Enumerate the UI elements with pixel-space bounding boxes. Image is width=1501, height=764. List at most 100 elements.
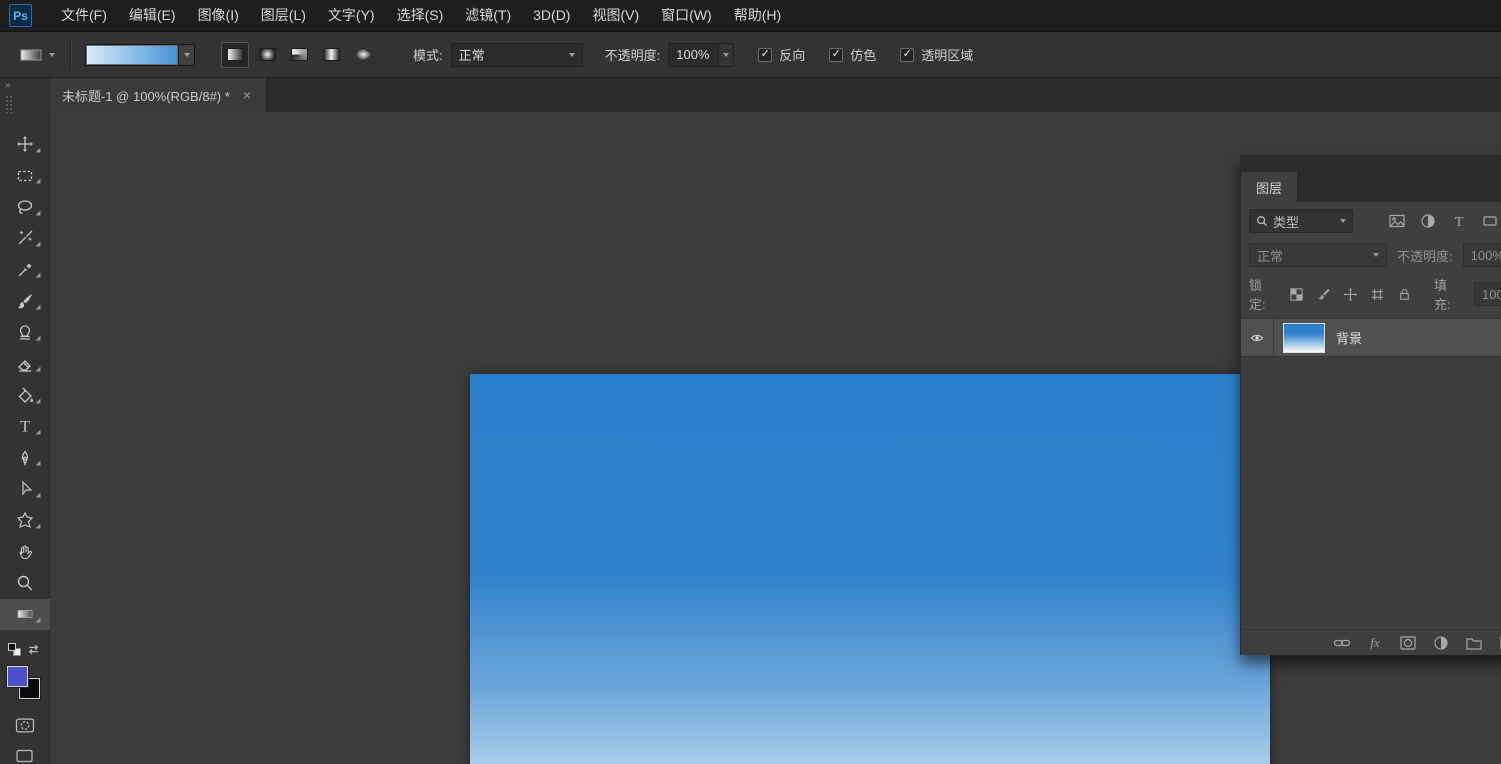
angle-gradient-button[interactable]: [285, 42, 313, 68]
filter-type-layers-button[interactable]: T: [1448, 210, 1470, 232]
hand-tool[interactable]: [0, 536, 50, 567]
quick-selection-tool[interactable]: [0, 223, 50, 254]
lock-pixels-icon[interactable]: [1316, 287, 1331, 302]
photoshop-logo[interactable]: Ps: [9, 4, 32, 27]
type-icon: T: [1450, 212, 1468, 230]
checkbox-icon: [829, 48, 843, 62]
diamond-gradient-button[interactable]: [349, 42, 377, 68]
tool-preset-picker[interactable]: [8, 38, 64, 72]
custom-shape-icon: [16, 511, 34, 529]
menu-view[interactable]: 视图(V): [581, 0, 650, 31]
color-mini-controls: [0, 640, 50, 660]
rectangular-marquee-tool[interactable]: [0, 160, 50, 191]
magic-wand-icon: [16, 229, 34, 247]
linear-gradient-button[interactable]: [221, 42, 249, 68]
path-selection-tool[interactable]: [0, 473, 50, 504]
transparency-checkbox[interactable]: 透明区域: [900, 45, 973, 64]
type-tool[interactable]: T: [0, 411, 50, 442]
lock-position-icon[interactable]: [1343, 287, 1358, 302]
close-tab-button[interactable]: ×: [240, 86, 254, 104]
foreground-color-swatch[interactable]: [7, 666, 28, 687]
gradient-picker-button[interactable]: [179, 44, 195, 66]
layer-filter-type-select[interactable]: 类型: [1249, 209, 1353, 233]
opacity-select[interactable]: 100%: [668, 43, 734, 67]
menu-help[interactable]: 帮助(H): [723, 0, 792, 31]
layer-list: 背景: [1241, 318, 1501, 629]
gradient-tool[interactable]: [0, 599, 50, 630]
layer-filter-row: 类型 T: [1241, 202, 1501, 240]
chevron-down-icon: [184, 53, 190, 57]
filter-pixel-layers-button[interactable]: [1386, 210, 1408, 232]
menu-3d[interactable]: 3D(D): [522, 0, 581, 31]
gradient-icon: [16, 605, 34, 623]
move-tool[interactable]: [0, 129, 50, 160]
filter-shape-layers-button[interactable]: [1479, 210, 1501, 232]
paint-bucket-tool[interactable]: [0, 379, 50, 410]
menu-filter[interactable]: 滤镜(T): [454, 0, 522, 31]
new-group-button[interactable]: [1465, 634, 1483, 652]
layer-opacity-label: 不透明度:: [1397, 246, 1453, 265]
opacity-value: 100%: [676, 47, 709, 62]
document-tab[interactable]: 未标题-1 @ 100%(RGB/8#) * ×: [50, 78, 267, 112]
reflected-gradient-button[interactable]: [317, 42, 345, 68]
zoom-tool[interactable]: [0, 567, 50, 598]
layer-name: 背景: [1336, 328, 1362, 347]
layer-opacity-select[interactable]: 100%: [1463, 243, 1501, 267]
fill-label: 填充:: [1434, 275, 1462, 313]
menu-image[interactable]: 图像(I): [187, 0, 250, 31]
collapse-panel-button[interactable]: »: [0, 78, 49, 93]
default-colors-icon[interactable]: [8, 643, 21, 656]
menu-select[interactable]: 选择(S): [386, 0, 455, 31]
divider: [70, 40, 71, 70]
pen-tool[interactable]: [0, 442, 50, 473]
clone-stamp-tool[interactable]: [0, 317, 50, 348]
lasso-tool[interactable]: [0, 191, 50, 222]
swap-colors-icon[interactable]: [26, 642, 41, 657]
radial-gradient-button[interactable]: [253, 42, 281, 68]
fill-value-select[interactable]: 100%: [1474, 282, 1501, 306]
adjustment-layer-button[interactable]: [1432, 634, 1450, 652]
brush-icon: [16, 292, 34, 310]
lock-transparency-icon[interactable]: [1289, 287, 1304, 302]
opacity-label: 不透明度:: [605, 45, 661, 64]
document-canvas[interactable]: [470, 374, 1270, 764]
lock-label: 锁定:: [1249, 275, 1277, 313]
screen-mode-icon[interactable]: [15, 748, 34, 764]
blend-mode-select[interactable]: 正常: [451, 43, 583, 67]
color-swatches: [3, 666, 47, 705]
dither-checkbox[interactable]: 仿色: [829, 45, 876, 64]
menu-layer[interactable]: 图层(L): [250, 0, 317, 31]
layer-row[interactable]: 背景: [1241, 319, 1501, 357]
menu-window[interactable]: 窗口(W): [650, 0, 723, 31]
add-layer-mask-button[interactable]: [1399, 634, 1417, 652]
checkbox-icon: [758, 48, 772, 62]
lock-row: 锁定: 填充: 100%: [1241, 270, 1501, 318]
custom-shape-tool[interactable]: [0, 505, 50, 536]
tab-layers[interactable]: 图层: [1241, 172, 1298, 202]
layer-visibility-toggle[interactable]: [1241, 319, 1274, 356]
eyedropper-tool[interactable]: [0, 254, 50, 285]
lock-all-icon[interactable]: [1397, 287, 1412, 302]
layer-thumbnail[interactable]: [1283, 323, 1325, 353]
gradient-editor-swatch[interactable]: [85, 44, 179, 66]
quick-mask-icon[interactable]: [15, 717, 35, 734]
filter-adjustment-layers-button[interactable]: [1417, 210, 1439, 232]
layer-effects-button[interactable]: fx: [1366, 634, 1384, 652]
menu-type[interactable]: 文字(Y): [317, 0, 386, 31]
lock-artboard-icon[interactable]: [1370, 287, 1385, 302]
brush-tool[interactable]: [0, 285, 50, 316]
opacity-caret-button[interactable]: [718, 44, 734, 66]
checkbox-icon: [900, 48, 914, 62]
layers-panel-bottom-bar: fx: [1241, 629, 1501, 655]
transparency-label: 透明区域: [921, 45, 973, 64]
link-icon: [1333, 634, 1351, 652]
link-layers-button[interactable]: [1333, 634, 1351, 652]
menu-file[interactable]: 文件(F): [50, 0, 118, 31]
reverse-checkbox[interactable]: 反向: [758, 45, 805, 64]
layer-blend-mode-select[interactable]: 正常: [1249, 243, 1387, 267]
menu-edit[interactable]: 编辑(E): [118, 0, 187, 31]
diamond-gradient-icon: [355, 48, 372, 61]
chevron-down-icon: [723, 53, 729, 57]
folder-icon: [1465, 634, 1483, 652]
eraser-tool[interactable]: [0, 348, 50, 379]
